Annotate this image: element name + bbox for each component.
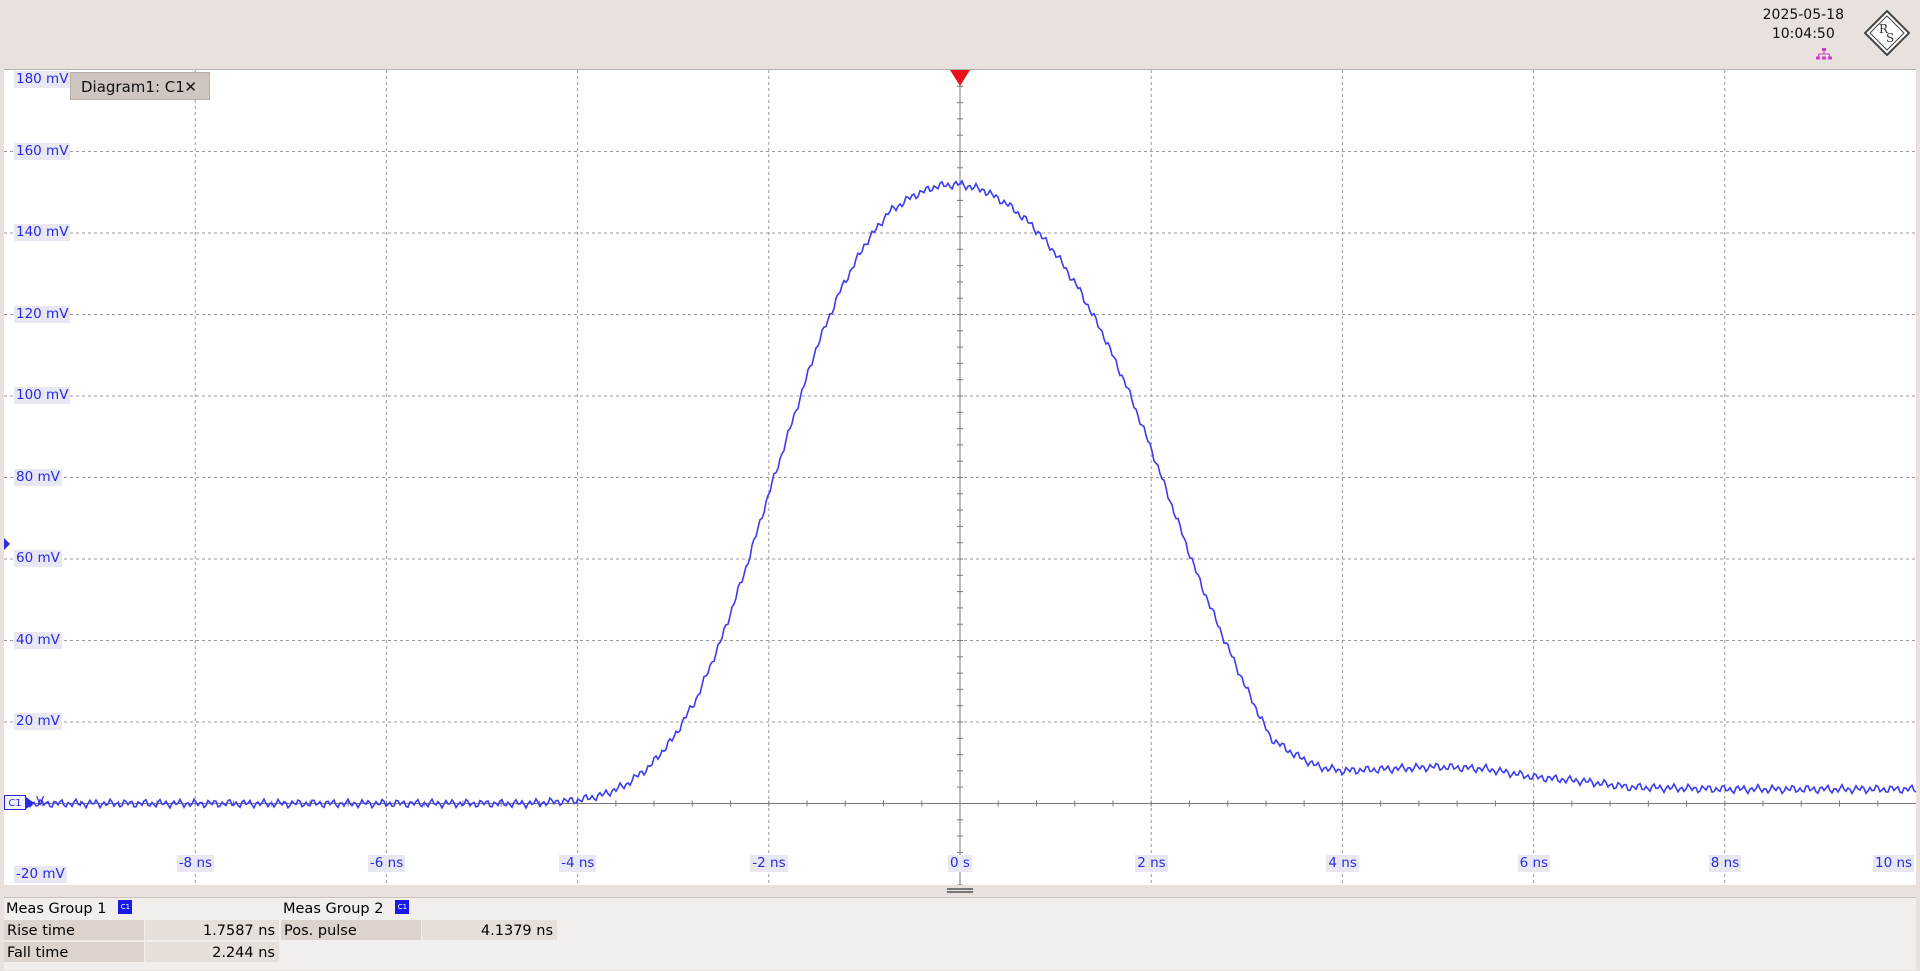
reference-level-arrow-icon[interactable]: [4, 538, 10, 550]
diagram-tab[interactable]: Diagram1: C1 ✕: [70, 72, 210, 100]
meas-group-1[interactable]: Meas Group 1 C1 Rise time 1.7587 ns Fall …: [4, 898, 279, 964]
waveform-diagram[interactable]: 180 mV 160 mV 140 mV 120 mV 100 mV 80 mV 60 mV…: [4, 69, 1916, 885]
measurement-value: 4.1379 ns: [421, 920, 557, 941]
x-tick-label: 10 ns: [1873, 855, 1915, 872]
measurement-value: 1.7587 ns: [144, 920, 279, 941]
x-tick-label: -8 ns: [176, 855, 215, 872]
y-tick-label: 60 mV: [14, 550, 62, 567]
measurement-value: 2.244 ns: [144, 942, 279, 963]
y-tick-label: 40 mV: [14, 631, 62, 649]
date-text: 2025-05-18: [1762, 7, 1844, 23]
y-tick-label: -20 mV: [14, 866, 67, 883]
measurement-name: Pos. pulse: [281, 920, 421, 941]
network-icon: [1816, 48, 1832, 60]
panel-resize-handle[interactable]: [947, 888, 973, 893]
y-tick-label: 180 mV: [14, 71, 71, 88]
channel-badge-icon: C1: [395, 900, 410, 914]
measurement-row[interactable]: Fall time 2.244 ns: [4, 942, 279, 964]
channel-arrow-icon: [26, 797, 34, 809]
meas-group-title: Meas Group 2: [283, 901, 384, 917]
trigger-marker-icon: [950, 70, 970, 86]
measurement-name: Rise time: [4, 920, 144, 941]
y-tick-label: 120 mV: [14, 305, 71, 323]
date-time-display: 2025-05-18 10:04:50: [1763, 6, 1844, 44]
meas-group-title: Meas Group 1: [6, 901, 107, 917]
channel-unit-label: V: [36, 794, 45, 808]
measurement-results-panel: Meas Group 1 C1 Rise time 1.7587 ns Fall …: [4, 897, 1916, 970]
y-tick-label: 160 mV: [14, 142, 71, 160]
y-tick-label: 140 mV: [14, 224, 71, 241]
logo-letter-s: S: [1886, 31, 1894, 45]
measurement-row[interactable]: Rise time 1.7587 ns: [4, 920, 279, 942]
y-tick-label: 100 mV: [14, 387, 71, 404]
x-tick-label: -2 ns: [750, 855, 788, 872]
x-tick-label: 8 ns: [1708, 855, 1742, 872]
y-tick-label: 20 mV: [14, 713, 62, 730]
meas-group-2[interactable]: Meas Group 2 C1 Pos. pulse 4.1379 ns: [281, 898, 558, 942]
measurement-name: Fall time: [4, 942, 144, 963]
center-axes: [4, 70, 1916, 885]
meas-group-header: Meas Group 1 C1: [4, 898, 279, 920]
meas-group-header: Meas Group 2 C1: [281, 898, 558, 920]
x-tick-label: 0 s: [948, 855, 972, 872]
y-tick-label: 80 mV: [14, 468, 62, 486]
measurement-row[interactable]: Pos. pulse 4.1379 ns: [281, 920, 558, 942]
x-tick-label: 2 ns: [1135, 855, 1168, 872]
channel-marker-label: C1: [4, 795, 26, 810]
x-tick-label: 6 ns: [1517, 855, 1551, 872]
channel-badge-icon: C1: [118, 900, 133, 914]
time-text: 10:04:50: [1771, 26, 1835, 42]
x-tick-label: -6 ns: [367, 855, 406, 872]
waveform-plot[interactable]: [4, 70, 1916, 885]
x-tick-label: 4 ns: [1326, 855, 1359, 872]
x-tick-label: -4 ns: [559, 855, 597, 872]
diagram-tab-label: Diagram1: C1: [81, 78, 185, 96]
close-icon[interactable]: ✕: [184, 73, 197, 101]
channel-offset-marker[interactable]: C1 V: [4, 794, 45, 811]
rs-logo-icon: R S: [1864, 10, 1910, 56]
top-bar: 2025-05-18 10:04:50 R S: [0, 0, 1920, 68]
